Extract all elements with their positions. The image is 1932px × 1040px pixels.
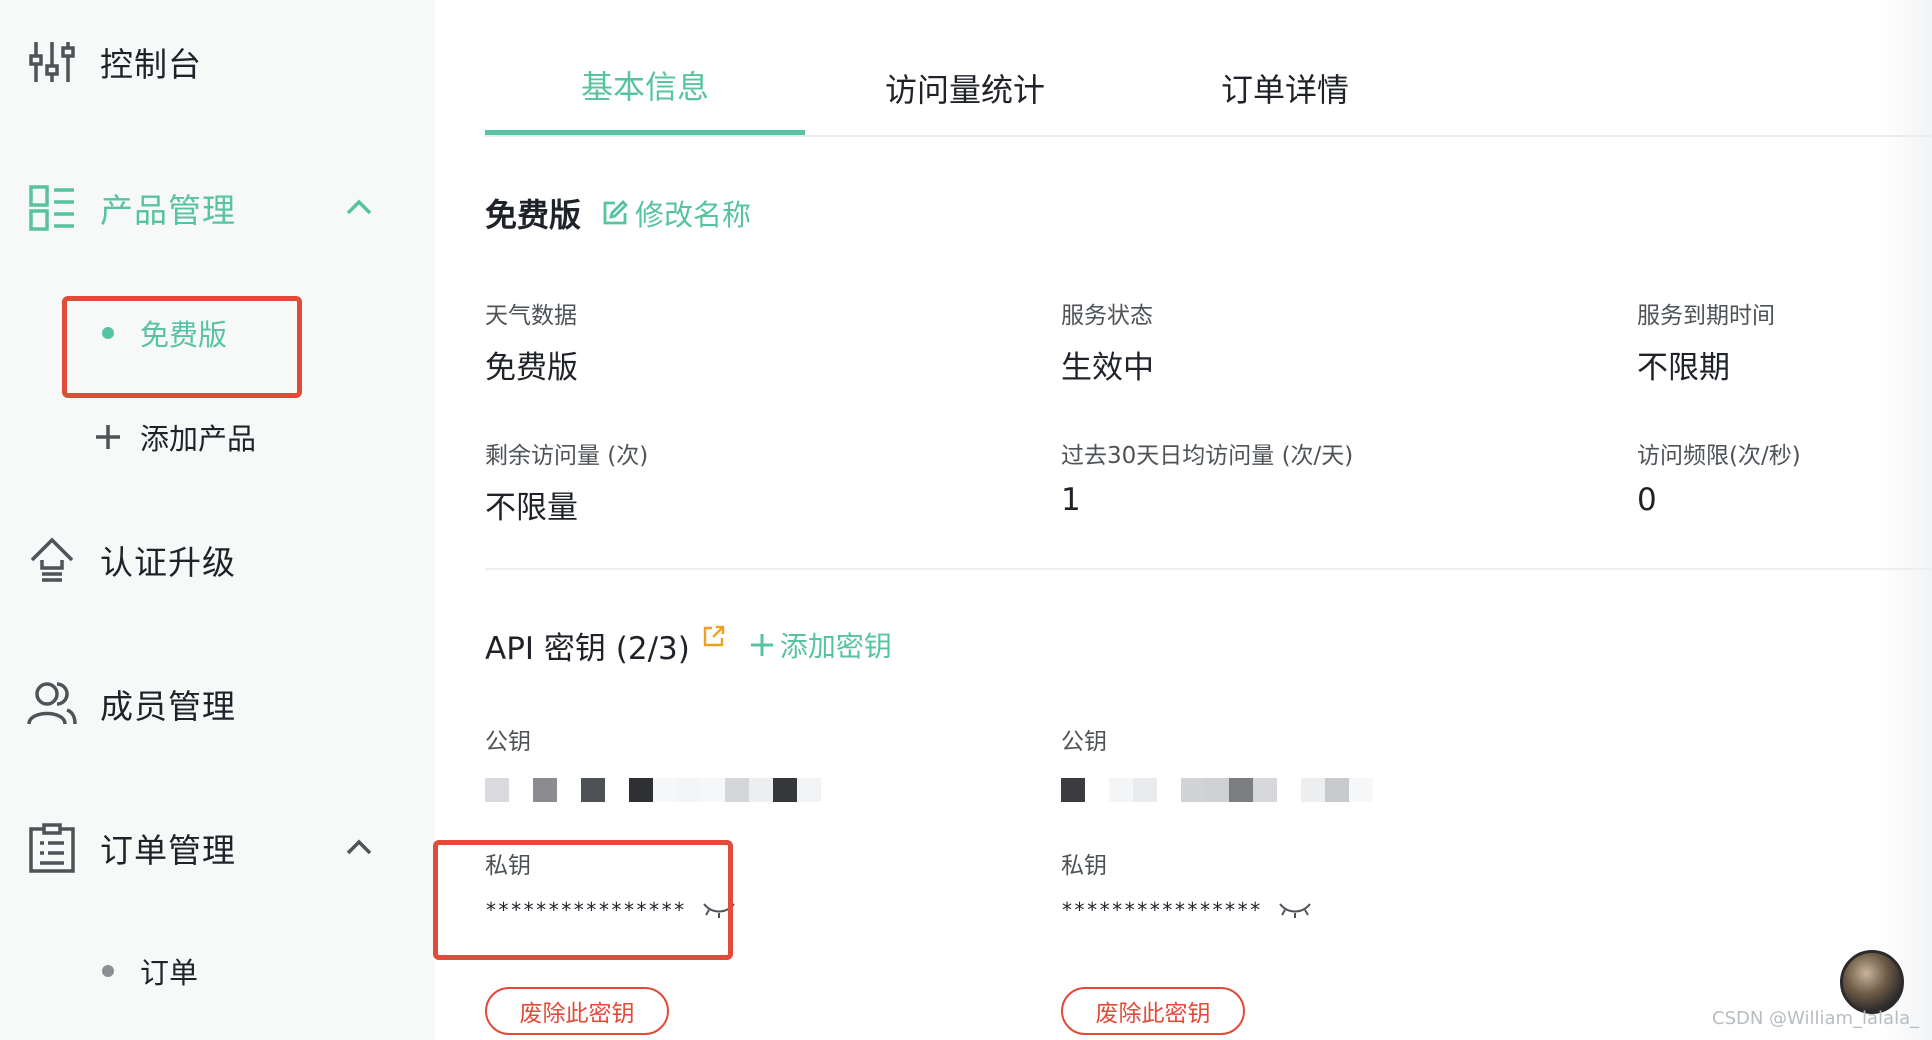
add-key-button[interactable]: 添加密钥	[748, 625, 892, 665]
sidebar-item-label: 产品管理	[100, 191, 236, 230]
api-keys-header: API 密钥 (2/3) 添加密钥	[485, 620, 892, 670]
info-item: 访问频限(次/秒) 0	[1637, 436, 1801, 518]
private-key-label: 私钥	[1061, 853, 1107, 879]
info-item: 过去30天日均访问量 (次/天) 1	[1061, 436, 1353, 518]
eye-closed-icon[interactable]	[1278, 900, 1312, 920]
sidebar-item-label: 成员管理	[100, 687, 236, 726]
api-key-card: 公钥 私钥 ****************	[1061, 722, 1373, 922]
chevron-up-icon[interactable]	[344, 193, 374, 223]
section-divider	[485, 568, 1932, 570]
sidebar: 控制台 产品管理 免费版 添加产品 认证升级 成员管理 订单管理 订单	[0, 0, 435, 1040]
public-key-obscured	[485, 778, 821, 802]
bullet-dot-icon	[102, 965, 114, 977]
sidebar-item-orders[interactable]: 订单管理	[0, 808, 435, 888]
upgrade-arrow-icon	[24, 532, 80, 588]
sidebar-item-label: 认证升级	[100, 543, 236, 582]
tab-order-details[interactable]: 订单详情	[1125, 40, 1445, 135]
external-link-icon[interactable]	[702, 624, 726, 648]
info-value: 不限量	[485, 490, 578, 526]
tab-bar: 基本信息 访问量统计 订单详情	[485, 40, 1932, 137]
rename-link-label: 修改名称	[635, 198, 752, 232]
revoke-key-button[interactable]: 废除此密钥	[1061, 987, 1245, 1035]
watermark-text: CSDN @William_lalala_	[1712, 1008, 1920, 1029]
info-item: 服务状态 生效中	[1061, 296, 1154, 387]
sidebar-item-label: 控制台	[100, 45, 202, 84]
sliders-icon	[24, 34, 80, 90]
public-key-label: 公钥	[485, 729, 531, 755]
sidebar-item-certification[interactable]: 认证升级	[0, 520, 435, 600]
info-label: 服务到期时间	[1637, 303, 1775, 329]
right-edge-shadow	[1880, 0, 1932, 1040]
info-value: 0	[1637, 482, 1657, 518]
info-item: 剩余访问量 (次) 不限量	[485, 436, 648, 527]
sidebar-subitem-orders[interactable]: 订单	[60, 926, 300, 1016]
plan-title: 免费版	[485, 196, 582, 234]
chevron-up-icon[interactable]	[344, 833, 374, 863]
plus-icon	[750, 634, 773, 656]
private-key-masked: ****************	[1061, 898, 1262, 922]
info-value: 不限期	[1637, 350, 1730, 386]
public-key-label: 公钥	[1061, 729, 1107, 755]
sidebar-subitem-label: 订单	[140, 956, 199, 990]
sidebar-item-label: 订单管理	[100, 831, 236, 870]
plan-header: 免费版 修改名称	[485, 188, 751, 238]
users-icon	[24, 676, 80, 732]
main-content: 基本信息 访问量统计 订单详情 免费版 修改名称 天气数据 免费版 服务状态 生…	[433, 0, 1932, 1040]
tab-traffic-stats[interactable]: 访问量统计	[805, 40, 1125, 135]
grid-list-icon	[24, 180, 80, 236]
info-label: 访问频限(次/秒)	[1637, 443, 1801, 469]
sidebar-item-console[interactable]: 控制台	[0, 22, 435, 102]
info-value: 1	[1061, 482, 1081, 518]
api-keys-title: API 密钥 (2/3)	[485, 630, 690, 667]
plus-icon	[96, 425, 120, 449]
highlight-box	[62, 296, 302, 398]
sidebar-subitem-label: 添加产品	[140, 422, 257, 456]
sidebar-subitem-add-product[interactable]: 添加产品	[60, 392, 300, 482]
info-label: 过去30天日均访问量 (次/天)	[1061, 443, 1354, 469]
info-label: 服务状态	[1061, 303, 1153, 329]
sidebar-item-members[interactable]: 成员管理	[0, 664, 435, 744]
rename-link[interactable]: 修改名称	[601, 192, 751, 234]
info-value: 免费版	[485, 350, 578, 386]
revoke-key-button[interactable]: 废除此密钥	[485, 987, 669, 1035]
user-avatar[interactable]	[1840, 950, 1904, 1014]
edit-icon	[603, 200, 628, 225]
info-label: 天气数据	[485, 303, 577, 329]
clipboard-list-icon	[24, 820, 80, 876]
info-value: 生效中	[1061, 350, 1154, 386]
sidebar-item-products[interactable]: 产品管理	[0, 168, 435, 248]
info-label: 剩余访问量 (次)	[485, 443, 649, 469]
info-item: 服务到期时间 不限期	[1637, 296, 1775, 387]
info-item: 天气数据 免费版	[485, 296, 578, 387]
public-key-obscured	[1061, 778, 1373, 802]
add-key-label: 添加密钥	[779, 630, 892, 663]
tab-basic-info[interactable]: 基本信息	[485, 40, 805, 135]
highlight-box	[433, 840, 733, 960]
